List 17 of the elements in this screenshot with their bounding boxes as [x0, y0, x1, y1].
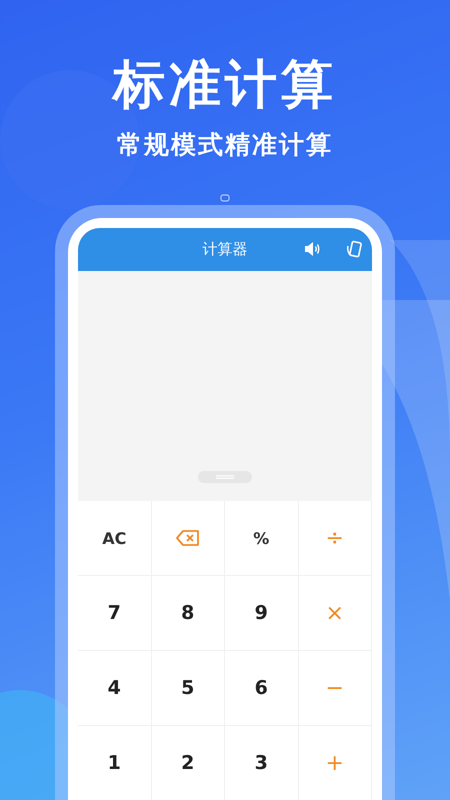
app-title: 计算器 [202, 240, 248, 259]
drag-handle[interactable] [198, 471, 252, 483]
digit-key[interactable]: 4 [78, 651, 152, 726]
phone-rotate-icon[interactable] [346, 240, 364, 259]
percent-key[interactable]: % [225, 501, 298, 576]
digit-key[interactable]: 8 [152, 576, 225, 651]
headline: 标准计算 [113, 54, 337, 116]
backspace-key[interactable] [152, 501, 225, 576]
digit-key[interactable]: 9 [225, 576, 298, 651]
speaker-icon[interactable] [303, 240, 321, 258]
digit-key[interactable]: 6 [225, 651, 298, 726]
camera-notch-icon [220, 194, 230, 202]
backspace-icon [176, 530, 200, 546]
digit-key[interactable]: 5 [152, 651, 225, 726]
subtitle: 常规模式精准计算 [117, 130, 333, 160]
clear-key[interactable]: AC [78, 501, 152, 576]
digit-key[interactable]: 7 [78, 576, 152, 651]
